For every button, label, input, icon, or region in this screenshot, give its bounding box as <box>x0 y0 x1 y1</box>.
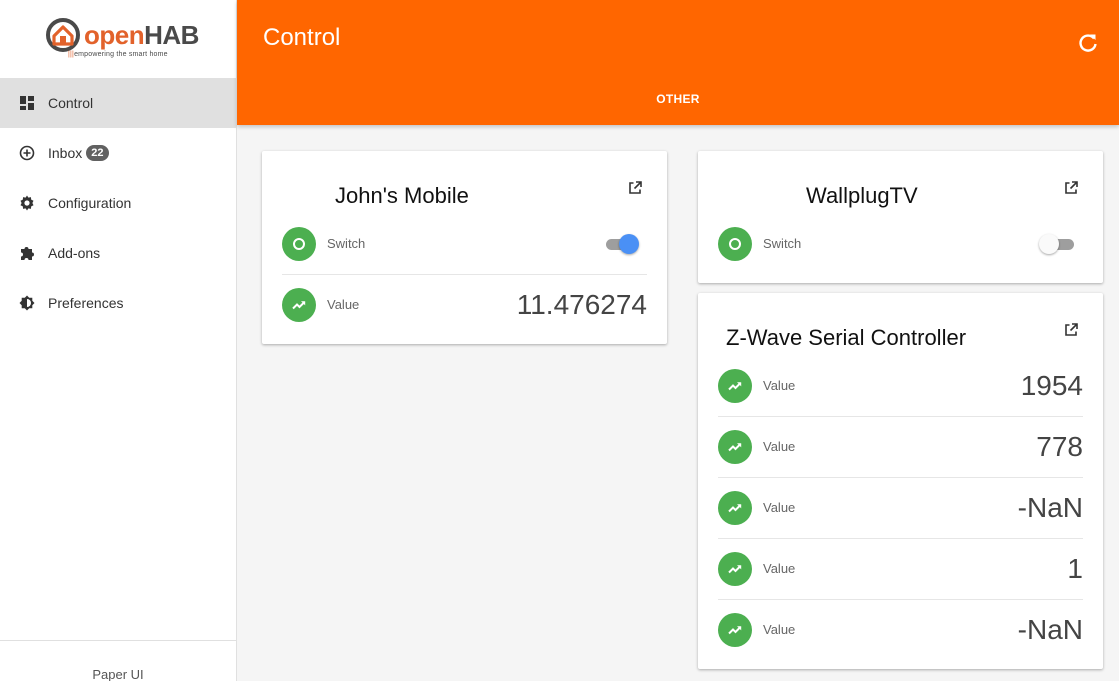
sidebar-item-label: Add-ons <box>48 245 101 261</box>
value-row: Value 778 <box>718 416 1083 478</box>
value-row: Value -NaN <box>718 477 1083 539</box>
value-label: Value <box>327 297 360 312</box>
value-readout: 1954 <box>1020 369 1083 401</box>
tab-other[interactable]: OTHER <box>237 92 1119 106</box>
sidebar-item-label: Configuration <box>48 195 132 211</box>
logo-open-text: open <box>84 20 145 50</box>
value-label: Value <box>763 378 796 393</box>
sidebar-item-label: Control <box>48 95 94 111</box>
brightness-icon <box>18 294 36 312</box>
value-label: Value <box>763 439 796 454</box>
value-label: Value <box>763 500 796 515</box>
switch-row: Switch <box>282 213 647 275</box>
page-title: Control <box>263 24 341 51</box>
value-readout: 11.476274 <box>516 288 647 320</box>
sidebar-nav: Control Inbox 22 Configuration Add-ons P… <box>0 78 236 328</box>
openhab-logo[interactable]: openHAB |||empowering the smart home <box>0 0 236 78</box>
open-in-new-icon[interactable] <box>1063 180 1079 196</box>
trending-up-icon <box>718 612 752 647</box>
app-header: Control OTHER <box>237 0 1119 125</box>
sidebar-item-inbox[interactable]: Inbox 22 <box>0 128 236 178</box>
house-logo-icon <box>46 18 80 52</box>
sidebar-item-label: Preferences <box>48 295 124 311</box>
card-title: Z-Wave Serial Controller <box>726 325 967 350</box>
trending-up-icon <box>718 429 752 464</box>
trending-up-icon <box>282 287 316 322</box>
card-title: John's Mobile <box>335 183 469 208</box>
sidebar-item-addons[interactable]: Add-ons <box>0 228 236 278</box>
value-readout: -NaN <box>1017 613 1083 645</box>
card-title: WallplugTV <box>806 183 918 208</box>
refresh-icon[interactable] <box>1077 32 1099 54</box>
logo-hab-text: HAB <box>144 20 199 50</box>
value-readout: 778 <box>1036 430 1083 462</box>
logo-wordmark: openHAB <box>84 20 199 51</box>
sidebar-footer: Paper UI <box>0 640 236 681</box>
value-readout: 1 <box>1067 552 1083 584</box>
logo-tagline-text: empowering the smart home <box>74 51 168 58</box>
value-row: Value -NaN <box>718 599 1083 660</box>
trending-up-icon <box>718 551 752 586</box>
gear-icon <box>18 194 36 212</box>
switch-icon <box>718 226 752 261</box>
sidebar-item-label: Inbox <box>48 145 83 161</box>
add-circle-icon <box>18 144 36 162</box>
toggle-knob <box>619 233 639 254</box>
sidebar-item-preferences[interactable]: Preferences <box>0 278 236 328</box>
value-row: Value 11.476274 <box>282 274 647 335</box>
trending-up-icon <box>718 490 752 525</box>
inbox-count-badge: 22 <box>86 145 109 161</box>
thing-card-wallplug-tv: WallplugTV Switch <box>698 151 1103 283</box>
switch-label: Switch <box>327 236 366 251</box>
value-row: Value 1 <box>718 538 1083 600</box>
trending-up-icon <box>718 368 752 403</box>
puzzle-icon <box>18 244 36 262</box>
logo-tagline: |||empowering the smart home <box>68 51 168 58</box>
value-label: Value <box>763 622 796 637</box>
switch-toggle[interactable] <box>604 233 640 255</box>
sidebar-item-control[interactable]: Control <box>0 78 236 128</box>
sidebar: openHAB |||empowering the smart home Con… <box>0 0 237 681</box>
open-in-new-icon[interactable] <box>627 180 643 196</box>
switch-row: Switch <box>718 213 1083 274</box>
value-readout: -NaN <box>1017 491 1083 523</box>
value-label: Value <box>763 561 796 576</box>
switch-toggle[interactable] <box>1039 233 1076 255</box>
thing-card-zwave-controller: Z-Wave Serial Controller Value 1954 Valu… <box>698 293 1103 669</box>
sidebar-item-configuration[interactable]: Configuration <box>0 178 236 228</box>
toggle-knob <box>1039 233 1059 254</box>
switch-icon <box>282 226 316 261</box>
dashboard-icon <box>18 94 36 112</box>
value-row: Value 1954 <box>718 355 1083 417</box>
thing-card-johns-mobile: John's Mobile Switch Value 11.476274 <box>262 151 667 344</box>
open-in-new-icon[interactable] <box>1063 322 1079 338</box>
switch-label: Switch <box>763 236 802 251</box>
